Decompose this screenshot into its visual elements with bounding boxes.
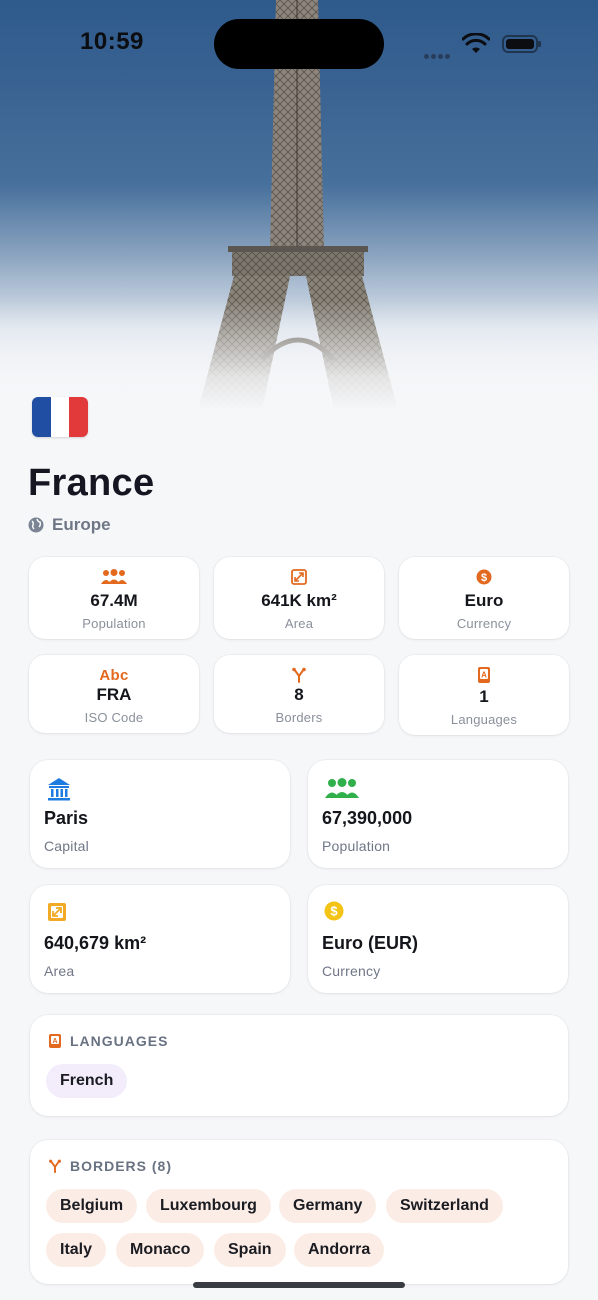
border-chip[interactable]: Switzerland <box>386 1189 503 1223</box>
wifi-icon <box>462 33 490 53</box>
languages-section: A LANGUAGES French <box>30 1015 568 1116</box>
currency-label: Currency <box>322 963 381 979</box>
svg-text:A: A <box>52 1038 57 1045</box>
stat-label: Area <box>284 616 314 631</box>
fork-icon <box>49 1159 61 1173</box>
language-chip[interactable]: French <box>46 1064 128 1098</box>
region-row: Europe <box>28 515 111 535</box>
stat-value: 8 <box>294 685 304 704</box>
country-title: France <box>28 462 155 504</box>
abc-icon: Abc <box>99 666 129 684</box>
area-icon <box>291 569 307 585</box>
border-chip[interactable]: Spain <box>214 1233 286 1267</box>
borders-title: BORDERS (8) <box>70 1158 173 1174</box>
svg-text:A: A <box>481 671 487 680</box>
population-value: 67,390,000 <box>322 808 413 828</box>
capital-label: Capital <box>44 838 89 854</box>
cellular-signal-icon <box>424 46 454 59</box>
dynamic-island <box>214 19 384 69</box>
bank-icon <box>48 778 70 801</box>
stat-languages[interactable]: A 1 Languages <box>399 655 569 735</box>
border-chip[interactable]: Belgium <box>46 1189 138 1223</box>
fork-icon <box>292 667 306 683</box>
currency-card[interactable]: $ Euro (EUR) Currency <box>308 885 568 993</box>
capital-value: Paris <box>44 808 89 828</box>
area-value: 640,679 km² <box>44 933 147 953</box>
stat-value: 1 <box>479 687 489 706</box>
stat-label: Languages <box>450 712 518 727</box>
area-label: Area <box>44 963 75 979</box>
svg-text:$: $ <box>481 572 487 584</box>
region-label: Europe <box>52 515 111 534</box>
globe-icon <box>28 517 44 533</box>
home-indicator[interactable] <box>193 1282 405 1288</box>
border-chip[interactable]: Monaco <box>116 1233 205 1267</box>
borders-section: BORDERS (8) Belgium Luxembourg Germany S… <box>30 1140 568 1284</box>
status-time: 10:59 <box>80 28 144 55</box>
population-label: Population <box>322 838 391 854</box>
area-icon <box>48 903 66 921</box>
battery-icon <box>502 35 541 53</box>
languages-title: LANGUAGES <box>70 1033 169 1049</box>
stat-population[interactable]: 67.4M Population <box>29 557 199 639</box>
stat-value: Euro <box>464 591 504 610</box>
stat-area[interactable]: 641K km² Area <box>214 557 384 639</box>
stat-borders[interactable]: 8 Borders <box>214 655 384 733</box>
coin-icon: $ <box>324 901 344 921</box>
people-icon <box>325 778 359 798</box>
population-card[interactable]: 67,390,000 Population <box>308 760 568 868</box>
capital-card[interactable]: Paris Capital <box>30 760 290 868</box>
book-icon: A <box>478 667 490 683</box>
stat-currency[interactable]: $ Euro Currency <box>399 557 569 639</box>
stat-label: ISO Code <box>84 710 144 725</box>
people-icon <box>101 569 127 584</box>
dollar-icon: $ <box>476 569 492 585</box>
stat-value: 641K km² <box>261 591 337 610</box>
stat-value: FRA <box>96 685 132 704</box>
stat-iso-code[interactable]: Abc FRA ISO Code <box>29 655 199 733</box>
border-chip[interactable]: Germany <box>279 1189 377 1223</box>
flag-icon <box>32 397 88 437</box>
stat-label: Currency <box>456 616 512 631</box>
border-chip[interactable]: Luxembourg <box>146 1189 271 1223</box>
stat-label: Borders <box>275 710 323 725</box>
border-chip[interactable]: Italy <box>46 1233 107 1267</box>
book-icon: A <box>49 1034 61 1048</box>
currency-value: Euro (EUR) <box>322 933 418 953</box>
area-card[interactable]: 640,679 km² Area <box>30 885 290 993</box>
border-chip[interactable]: Andorra <box>294 1233 385 1267</box>
stat-label: Population <box>82 616 146 631</box>
svg-text:$: $ <box>330 904 338 919</box>
stat-value: 67.4M <box>90 591 138 610</box>
